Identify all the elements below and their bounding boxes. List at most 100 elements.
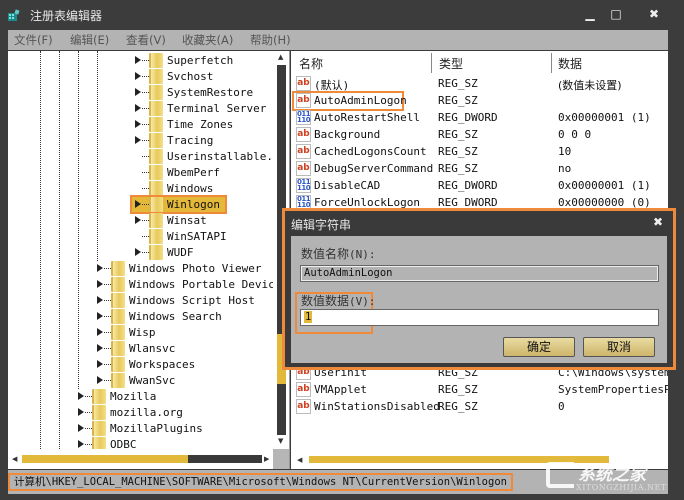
tree-node[interactable]: MozillaPlugins bbox=[78, 421, 278, 436]
menu-view[interactable]: 查看(V) bbox=[126, 32, 166, 48]
value-row[interactable]: ab Background REG_SZ 0 0 0 bbox=[291, 126, 668, 143]
expand-arrow-icon[interactable] bbox=[97, 264, 103, 272]
cancel-button[interactable]: 取消 bbox=[583, 337, 655, 357]
close-button[interactable]: ✖ bbox=[644, 6, 664, 22]
value-data: 0 bbox=[558, 400, 565, 413]
scroll-up-icon[interactable]: ▲ bbox=[278, 53, 283, 61]
expand-arrow-icon[interactable] bbox=[78, 408, 84, 416]
tree-node[interactable]: Svchost bbox=[135, 69, 289, 84]
value-data-selection: 1 bbox=[304, 311, 313, 323]
folder-icon bbox=[111, 325, 125, 340]
watermark-text: 系统之家 bbox=[578, 465, 646, 485]
tree-node[interactable]: Winsat bbox=[135, 213, 289, 228]
minimize-button[interactable]: ▁ bbox=[580, 6, 600, 22]
tree-node[interactable]: mozilla.org bbox=[78, 405, 278, 420]
tree-node-label: Wisp bbox=[129, 326, 156, 339]
tree-node[interactable]: Wlansvc bbox=[97, 341, 289, 356]
expand-arrow-icon[interactable] bbox=[97, 296, 103, 304]
tree-node[interactable]: Tracing bbox=[135, 133, 289, 148]
string-value-icon: ab bbox=[296, 382, 311, 397]
value-row[interactable]: ab AutoAdminLogon REG_SZ bbox=[291, 91, 668, 111]
tree-node-label: Superfetch bbox=[167, 54, 234, 67]
expand-arrow-icon[interactable] bbox=[135, 56, 141, 64]
tree-node[interactable]: Windows Photo Viewer bbox=[97, 261, 289, 276]
tree-node[interactable]: Workspaces bbox=[97, 357, 289, 372]
tree-node[interactable]: Windows Script Host bbox=[97, 293, 289, 308]
dword-value-icon: 011 110 bbox=[296, 110, 311, 125]
expand-arrow-icon[interactable] bbox=[135, 88, 141, 96]
expand-arrow-icon[interactable] bbox=[135, 248, 141, 256]
tree-node[interactable]: Windows bbox=[135, 181, 289, 196]
expand-arrow-icon[interactable] bbox=[97, 312, 103, 320]
value-row[interactable]: abVMApplet REG_SZ SystemPropertiesPer: bbox=[291, 381, 668, 398]
tree-node[interactable]: WwanSvc bbox=[97, 373, 289, 388]
string-value-icon: ab bbox=[296, 161, 311, 176]
expand-arrow-icon[interactable] bbox=[97, 376, 103, 384]
scroll-left-icon[interactable]: ◀ bbox=[297, 456, 302, 464]
column-divider[interactable] bbox=[551, 53, 552, 73]
tree-node[interactable]: Superfetch bbox=[135, 53, 289, 68]
column-divider[interactable] bbox=[431, 53, 432, 73]
value-row[interactable]: ab WinStationsDisabled REG_SZ 0 bbox=[291, 398, 668, 415]
expand-arrow-icon[interactable] bbox=[97, 360, 103, 368]
tree-node[interactable]: Time Zones bbox=[135, 117, 289, 132]
value-name: AutoRestartShell bbox=[314, 111, 420, 124]
folder-icon bbox=[111, 373, 125, 388]
expand-arrow-icon[interactable] bbox=[135, 200, 141, 208]
tree-node[interactable]: Userinstallable.d bbox=[135, 149, 289, 164]
tree-horizontal-scrollbar[interactable]: ◀ ▶ bbox=[8, 449, 273, 469]
expand-arrow-icon[interactable] bbox=[135, 216, 141, 224]
scroll-left-icon[interactable]: ◀ bbox=[12, 455, 17, 463]
tree-node-label: Windows Photo Viewer bbox=[129, 262, 262, 275]
menu-favorites[interactable]: 收藏夹(A) bbox=[182, 32, 233, 48]
expand-arrow-icon[interactable] bbox=[97, 328, 103, 336]
tree-node[interactable]: Windows Search bbox=[97, 309, 289, 324]
tree-node[interactable]: SystemRestore bbox=[135, 85, 289, 100]
value-row[interactable]: ab DebugServerCommand REG_SZ no bbox=[291, 160, 668, 177]
value-name: DebugServerCommand bbox=[314, 162, 434, 175]
folder-icon bbox=[111, 261, 125, 276]
value-row[interactable]: 011 110 AutoRestartShell REG_DWORD 0x0000000… bbox=[291, 109, 668, 126]
column-type[interactable]: 类型 bbox=[439, 55, 463, 72]
list-header: 名称 类型 数据 bbox=[291, 51, 668, 73]
scroll-right-icon[interactable]: ▶ bbox=[264, 455, 269, 463]
value-data-input[interactable]: 1 bbox=[300, 309, 659, 326]
expand-arrow-icon[interactable] bbox=[78, 440, 84, 448]
tree-node[interactable]: Mozilla bbox=[78, 389, 278, 404]
expand-arrow-icon[interactable] bbox=[78, 424, 84, 432]
tree-node[interactable]: Windows Portable Devices bbox=[97, 277, 289, 292]
value-row[interactable]: ab CachedLogonsCount REG_SZ 10 bbox=[291, 143, 668, 160]
menu-file[interactable]: 文件(F) bbox=[14, 32, 53, 48]
ok-button[interactable]: 确定 bbox=[503, 337, 575, 357]
value-row[interactable]: ab (默认) REG_SZ (数值未设置) bbox=[291, 75, 668, 92]
menu-edit[interactable]: 编辑(E) bbox=[70, 32, 109, 48]
key-tree[interactable]: Superfetch Svchost SystemRestore Terminal S… bbox=[8, 51, 290, 469]
expand-arrow-icon[interactable] bbox=[135, 72, 141, 80]
value-data: 0x00000001 (1) bbox=[558, 111, 651, 124]
scroll-thumb[interactable] bbox=[22, 455, 188, 463]
expand-arrow-icon[interactable] bbox=[135, 136, 141, 144]
string-value-icon: ab bbox=[296, 399, 311, 414]
tree-node[interactable]: Terminal Server bbox=[135, 101, 289, 116]
scroll-down-icon[interactable]: ▼ bbox=[278, 437, 283, 445]
maximize-button[interactable]: □ bbox=[606, 6, 626, 22]
tree-node[interactable]: WinSATAPI bbox=[135, 229, 289, 244]
tree-node[interactable]: Winlogon bbox=[130, 195, 289, 214]
folder-icon bbox=[149, 213, 163, 228]
expand-arrow-icon[interactable] bbox=[97, 280, 103, 288]
expand-arrow-icon[interactable] bbox=[135, 120, 141, 128]
value-row[interactable]: 011 110 DisableCAD REG_DWORD 0x00000001 (1) bbox=[291, 177, 668, 194]
value-type: REG_SZ bbox=[438, 94, 478, 107]
tree-node[interactable]: WbemPerf bbox=[135, 165, 289, 180]
dialog-close-button[interactable]: ✖ bbox=[653, 215, 663, 229]
string-value-icon: ab bbox=[296, 93, 311, 108]
folder-icon bbox=[149, 133, 163, 148]
expand-arrow-icon[interactable] bbox=[78, 392, 84, 400]
tree-node[interactable]: WUDF bbox=[135, 245, 289, 260]
expand-arrow-icon[interactable] bbox=[97, 344, 103, 352]
tree-node[interactable]: Wisp bbox=[97, 325, 289, 340]
expand-arrow-icon[interactable] bbox=[135, 104, 141, 112]
column-name[interactable]: 名称 bbox=[299, 55, 323, 72]
column-data[interactable]: 数据 bbox=[558, 55, 582, 72]
menu-help[interactable]: 帮助(H) bbox=[250, 32, 291, 48]
